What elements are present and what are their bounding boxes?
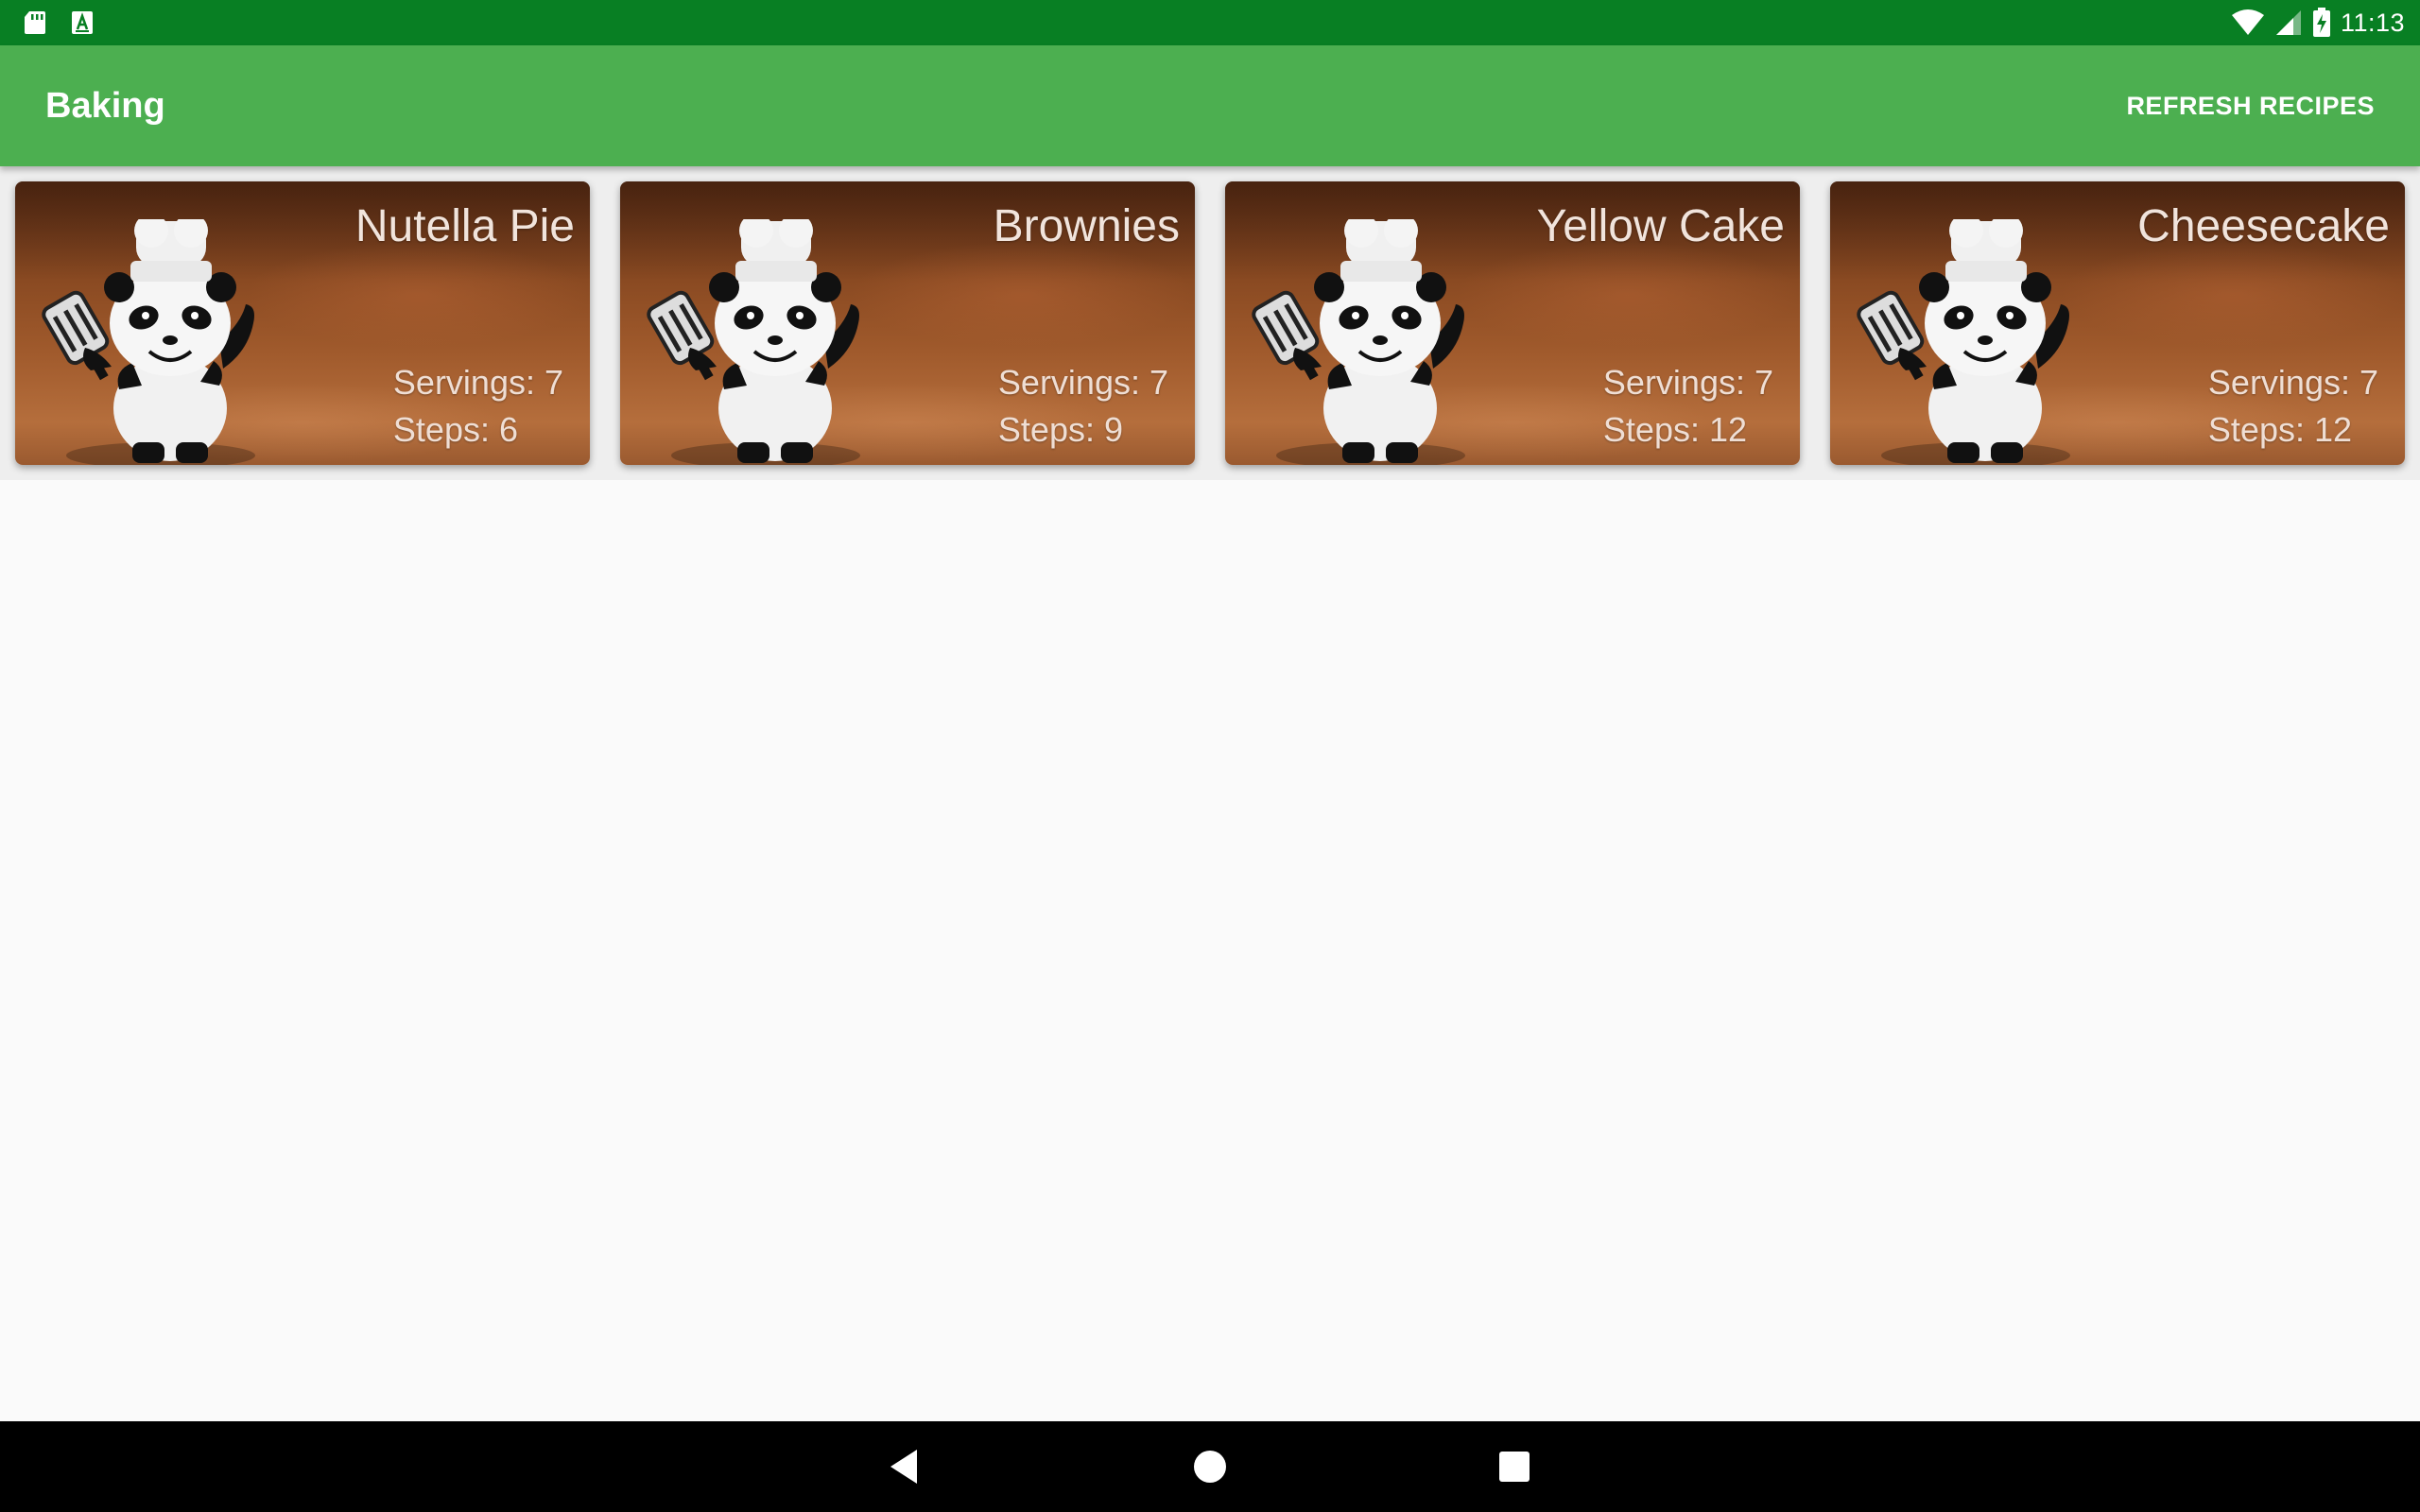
recipe-meta: Servings: 7 Steps: 9 bbox=[998, 359, 1168, 454]
panda-chef-image bbox=[42, 219, 255, 465]
app-bar: Baking REFRESH RECIPES bbox=[0, 45, 2420, 166]
panda-chef-image bbox=[1857, 219, 2070, 465]
panda-chef-image bbox=[1252, 219, 1465, 465]
refresh-recipes-button[interactable]: REFRESH RECIPES bbox=[2118, 77, 2382, 134]
recipe-servings: Servings: 7 bbox=[1602, 363, 1773, 402]
recipe-steps: Steps: 9 bbox=[997, 410, 1123, 449]
status-time: 11:13 bbox=[2340, 8, 2405, 37]
recipe-list[interactable]: Nutella Pie Servings: 7 Steps: 6 Brownie… bbox=[0, 166, 2420, 480]
recipe-meta: Servings: 7 Steps: 12 bbox=[1603, 359, 1773, 454]
recipe-steps: Steps: 6 bbox=[392, 410, 518, 449]
recipe-title: Cheesecake bbox=[2137, 201, 2390, 251]
wifi-icon bbox=[2231, 9, 2264, 35]
recipe-servings: Servings: 7 bbox=[392, 363, 563, 402]
status-left-icons bbox=[23, 9, 95, 36]
status-bar: 11:13 bbox=[0, 0, 2420, 45]
recipe-servings: Servings: 7 bbox=[2207, 363, 2378, 402]
navigation-bar bbox=[0, 1421, 2420, 1512]
keyboard-a-icon bbox=[72, 11, 93, 34]
recipe-title: Yellow Cake bbox=[1536, 201, 1785, 251]
recipe-title: Brownies bbox=[993, 201, 1180, 251]
recipe-steps: Steps: 12 bbox=[2207, 410, 2353, 449]
recipe-card-yellow-cake[interactable]: Yellow Cake Servings: 7 Steps: 12 bbox=[1225, 181, 1800, 465]
signal-icon bbox=[2275, 10, 2301, 35]
recipe-meta: Servings: 7 Steps: 12 bbox=[2208, 359, 2378, 454]
recents-icon[interactable] bbox=[1492, 1444, 1537, 1489]
battery-charging-icon bbox=[2312, 8, 2330, 37]
home-icon[interactable] bbox=[1187, 1444, 1233, 1489]
recipe-card-cheesecake[interactable]: Cheesecake Servings: 7 Steps: 12 bbox=[1830, 181, 2405, 465]
recipe-steps: Steps: 12 bbox=[1602, 410, 1748, 449]
recipe-card-nutella-pie[interactable]: Nutella Pie Servings: 7 Steps: 6 bbox=[15, 181, 590, 465]
panda-chef-image bbox=[647, 219, 860, 465]
recipe-card-brownies[interactable]: Brownies Servings: 7 Steps: 9 bbox=[620, 181, 1195, 465]
recipe-meta: Servings: 7 Steps: 6 bbox=[393, 359, 563, 454]
recipe-title: Nutella Pie bbox=[354, 201, 575, 251]
page-title: Baking bbox=[45, 86, 165, 126]
sd-card-icon bbox=[25, 11, 45, 34]
status-right-icons: 11:13 bbox=[2231, 8, 2405, 38]
back-icon[interactable] bbox=[883, 1444, 928, 1489]
recipe-servings: Servings: 7 bbox=[997, 363, 1168, 402]
